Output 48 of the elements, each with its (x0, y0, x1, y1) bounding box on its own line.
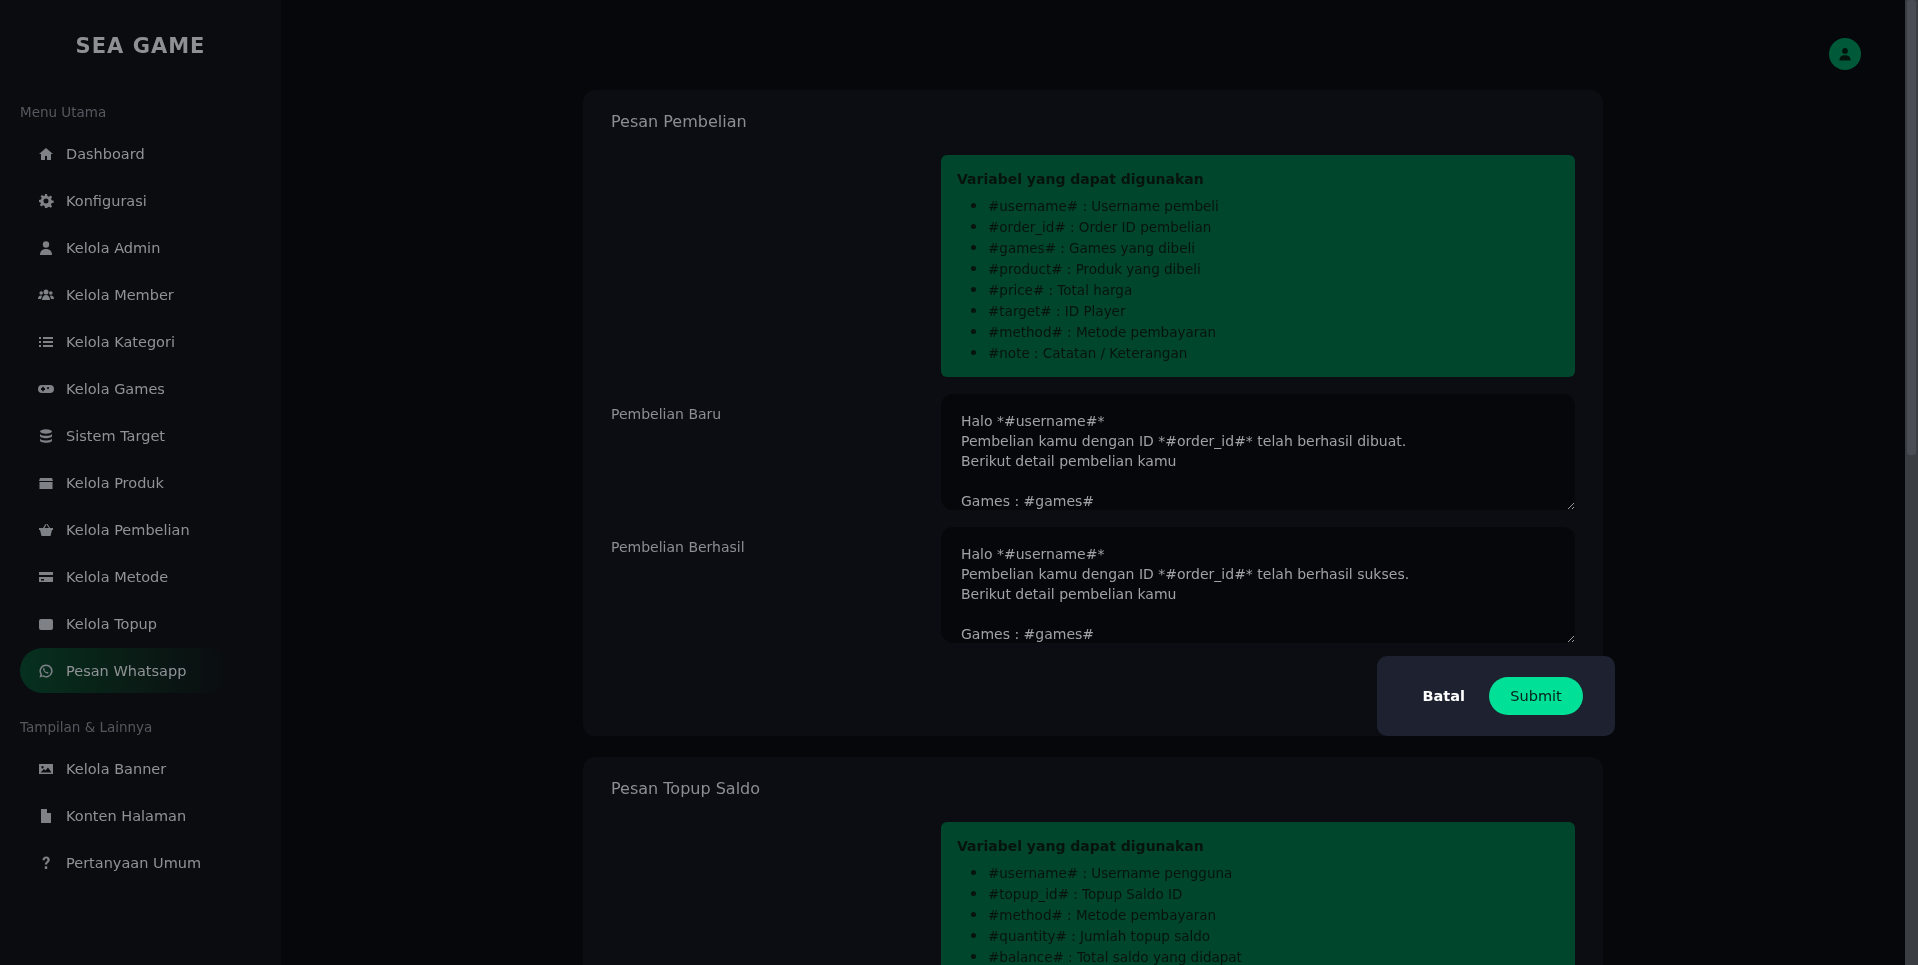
menu-icon (38, 521, 54, 538)
sidebar-item[interactable]: Kelola Admin (20, 225, 230, 270)
bullet-icon (971, 954, 976, 959)
sidebar-item[interactable]: Kelola Metode (20, 554, 230, 599)
menu-icon (38, 807, 54, 824)
bullet-icon (971, 245, 976, 250)
menu-icon (38, 145, 54, 162)
bullet-icon (971, 933, 976, 938)
sidebar-item[interactable]: Kelola Kategori (20, 319, 230, 364)
bullet-icon (971, 891, 976, 896)
message-field[interactable]: Halo *#username#* Pembelian kamu dengan ID *#order_id#* telah berhasil sukses. Berikut detail pembelian kamu Games : #games# (941, 527, 1575, 643)
message-field[interactable]: Halo *#username#* Pembelian kamu dengan ID *#order_id#* telah berhasil dibuat. Berikut detail pembelian kamu Games : #games# (941, 394, 1575, 510)
sidebar-item[interactable]: Dashboard (20, 131, 230, 176)
sidebar-item[interactable]: Kelola Banner (20, 746, 230, 791)
bullet-icon (971, 287, 976, 292)
bullet-icon (971, 350, 976, 355)
card-title: Pesan Topup Saldo (611, 779, 762, 798)
menu-heading: Menu Utama (20, 104, 108, 120)
bullet-icon (971, 870, 976, 875)
sidebar-item[interactable]: Konfigurasi (20, 178, 230, 223)
cancel-button[interactable]: Batal (1422, 688, 1465, 704)
sidebar-item[interactable]: Kelola Pembelian (20, 507, 230, 552)
sidebar-item[interactable]: Kelola Topup (20, 601, 230, 646)
bullet-icon (971, 308, 976, 313)
bullet-icon (971, 203, 976, 208)
bullet-icon (971, 329, 976, 334)
bullet-icon (971, 224, 976, 229)
user-icon (1838, 47, 1852, 61)
menu-icon (38, 192, 54, 209)
scrollbar[interactable] (1905, 0, 1918, 965)
menu-heading: Tampilan & Lainnya (20, 719, 154, 735)
logo: SEA GAME (75, 34, 206, 58)
sidebar-item[interactable]: Sistem Target (20, 413, 230, 458)
sidebar-item[interactable]: Kelola Games (20, 366, 230, 411)
sidebar-item[interactable]: Kelola Member (20, 272, 230, 317)
menu-icon (38, 662, 54, 679)
submit-button[interactable]: Submit (1489, 677, 1583, 715)
sidebar-item[interactable]: Pertanyaan Umum (20, 840, 230, 885)
menu-icon (38, 239, 54, 256)
avatar-button[interactable] (1829, 38, 1861, 70)
sidebar-item[interactable]: Konten Halaman (20, 793, 230, 838)
menu-icon (38, 427, 54, 444)
field-label: Pembelian Baru (611, 405, 723, 424)
field-label: Pembelian Berhasil (611, 538, 746, 557)
card-title: Pesan Pembelian (611, 112, 748, 131)
sidebar-item[interactable]: Kelola Produk (20, 460, 230, 505)
bullet-icon (971, 266, 976, 271)
bullet-icon (971, 912, 976, 917)
